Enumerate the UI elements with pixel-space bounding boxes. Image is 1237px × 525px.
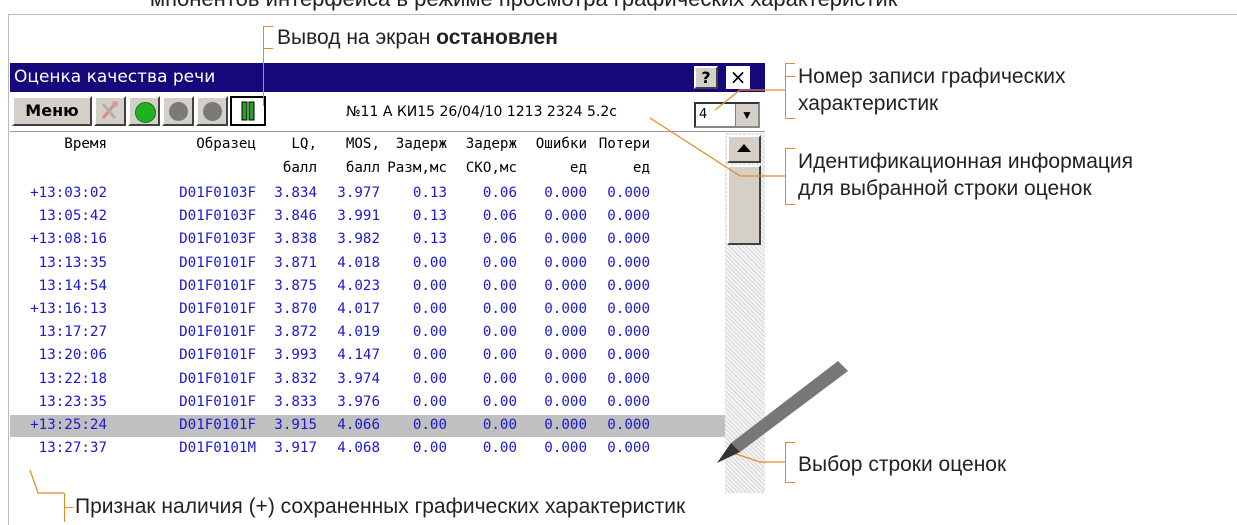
table-row[interactable]: +13:25:24 D01F0101F 3.915 4.066 0.00 0.00 0.00… [10, 415, 725, 437]
col-loss-cell: 0.000 [607, 370, 650, 387]
table-row[interactable]: 13:20:06 D01F0101F 3.993 4.147 0.00 0.00 0.000… [10, 345, 725, 367]
tools-icon [101, 101, 118, 119]
grey-circle-icon [203, 102, 222, 121]
col-loss-cell: 0.000 [607, 440, 650, 457]
frame-border-top [8, 14, 1237, 15]
leader-line-output-stopped [263, 26, 264, 106]
table-row[interactable]: 13:14:54 D01F0101F 3.875 4.023 0.00 0.00 0.000… [10, 276, 725, 298]
results-table: Время Образец LQ, MOS, Задерж Задерж Ошибки Пот… [10, 133, 725, 493]
table-header: Время Образец LQ, MOS, Задерж Задерж Ошибки Пот… [10, 133, 725, 183]
top-banner-text: мпонентов интерфейса в режиме просмотра … [150, 0, 897, 12]
table-row[interactable]: 13:23:35 D01F0101F 3.833 3.976 0.00 0.00 0.000… [10, 392, 725, 414]
callout-saved-sign: Признак наличия (+) сохраненных графичес… [75, 495, 686, 518]
leader-line-record-number-tick3 [785, 118, 795, 119]
vertical-scrollbar[interactable] [725, 133, 765, 493]
menu-button[interactable]: Меню [12, 96, 92, 126]
table-row[interactable]: +13:03:02 D01F0103F 3.834 3.977 0.13 0.06 0.00… [10, 183, 725, 205]
table-row[interactable]: 13:17:27 D01F0101F 3.872 4.019 0.00 0.00 0.000… [10, 322, 725, 344]
col-loss-cell: 0.000 [607, 231, 650, 248]
speech-quality-window: Оценка качества речи ? × Меню №11 А КИ15… [10, 63, 765, 493]
green-circle-icon [135, 102, 156, 123]
col-loss-cell: 0.000 [607, 347, 650, 364]
leader-line-record-number-tick [785, 76, 795, 77]
table-row[interactable]: 13:05:42 D01F0103F 3.846 3.991 0.13 0.06 0.000… [10, 206, 725, 228]
grey-circle-icon [169, 102, 188, 121]
leader-line-output-stopped-tick2 [263, 48, 273, 49]
callout-record-number: Номер записи графических характеристик [798, 65, 1066, 115]
scroll-thumb[interactable] [727, 165, 761, 245]
table-row[interactable]: +13:08:16 D01F0103F 3.838 3.982 0.13 0.06 0.00… [10, 229, 725, 251]
window-title: Оценка качества речи [14, 67, 216, 87]
scroll-up-arrow-icon [737, 144, 751, 152]
record-button[interactable] [162, 96, 194, 126]
col-loss-cell: 0.000 [607, 301, 650, 317]
table-row[interactable]: 13:22:18 D01F0101F 3.832 3.974 0.00 0.00 0.000… [10, 369, 725, 391]
table-row[interactable]: 13:27:37 D01F0101M 3.917 4.068 0.00 0.00 0.000… [10, 438, 725, 460]
callout-row-select: Выбор строки оценок [798, 453, 1007, 476]
stop-button[interactable] [196, 96, 228, 126]
pause-icon [241, 101, 255, 121]
col-loss-cell: 0.000 [607, 324, 650, 341]
top-banner: мпонентов интерфейса в режиме просмотра … [0, 0, 1237, 18]
leader-line-record-number-tick2 [785, 63, 795, 64]
col-loss-cell: 0.000 [607, 208, 650, 225]
col-loss-header: Потери [598, 136, 650, 152]
help-button[interactable]: ? [694, 66, 718, 89]
start-button[interactable] [128, 96, 160, 126]
leader-line-ident-info-tick2 [785, 204, 795, 205]
toolbar: Меню №11 А КИ15 26/04/10 1213 2324 5.2c [10, 92, 765, 132]
leader-line-output-stopped-tick [263, 26, 273, 27]
table-row[interactable]: 13:13:35 D01F0101F 3.871 4.018 0.00 0.00 0.000… [10, 253, 725, 275]
record-info-text: №11 А КИ15 26/04/10 1213 2324 5.2c [346, 104, 617, 120]
callout-ident-info: Идентификационная информация для выбранн… [798, 150, 1134, 200]
scroll-up-button[interactable] [727, 135, 761, 163]
leader-line-ident-info [785, 148, 786, 204]
frame-border-left [8, 14, 9, 525]
leader-line-row-select [785, 442, 786, 482]
leader-line-ident-info-tick [785, 148, 795, 149]
leader-line-record-number [785, 63, 786, 118]
col-loss-cell: 0.000 [607, 185, 650, 201]
record-number-select[interactable]: 4 ▼ [694, 102, 760, 128]
close-button[interactable]: × [726, 66, 750, 89]
col-loss-unit: ед [632, 160, 650, 176]
title-bar: Оценка качества речи ? × [10, 63, 765, 92]
chevron-down-icon[interactable]: ▼ [735, 104, 758, 126]
table-row[interactable]: +13:16:13 D01F0101F 3.870 4.017 0.00 0.00 0.00… [10, 299, 725, 321]
leader-line-row-select-tick2 [785, 482, 795, 483]
col-loss-cell: 0.000 [607, 417, 650, 433]
col-loss-cell: 0.000 [607, 254, 650, 271]
callout-output-stopped: Вывод на экран остановлен [277, 26, 558, 49]
col-loss-cell: 0.000 [607, 393, 650, 410]
pause-button[interactable] [230, 96, 266, 126]
leader-line-row-select-tick [785, 442, 795, 443]
settings-tool-button[interactable] [94, 96, 126, 126]
leader-line-saved-sign-tick [64, 507, 73, 508]
record-number-value: 4 [699, 107, 708, 122]
col-loss-cell: 0.000 [607, 277, 650, 294]
